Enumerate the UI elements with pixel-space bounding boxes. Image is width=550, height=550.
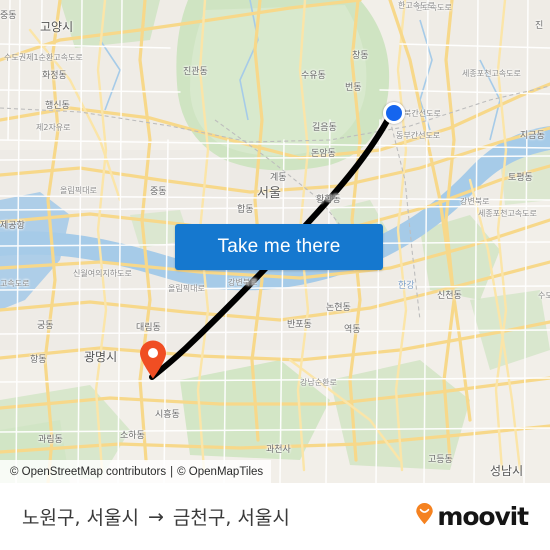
origin-dot-marker[interactable] [383, 102, 405, 124]
moovit-pin-icon [415, 502, 434, 530]
moovit-wordmark: moovit [437, 502, 529, 531]
route-origin-label: 노원구, 서울시 [22, 507, 139, 529]
destination-pin-marker[interactable] [138, 339, 168, 379]
attribution-separator: | [170, 465, 174, 478]
attribution-tiles[interactable]: © OpenMapTiles [177, 466, 263, 478]
map-attribution: © OpenStreetMap contributors | © OpenMap… [0, 460, 272, 483]
moovit-logo[interactable]: moovit [415, 502, 529, 531]
take-me-there-button[interactable]: Take me there [175, 224, 383, 270]
route-destination-label: 금천구, 서울시 [172, 507, 290, 529]
footer-bar: 노원구, 서울시 → 금천구, 서울시 moovit [0, 483, 550, 550]
moovit-route-card: .land { fill:#f2efe9; } .green { fill:#c… [0, 0, 550, 550]
attribution-osm[interactable]: © OpenStreetMap contributors [10, 466, 166, 478]
map-canvas[interactable]: .land { fill:#f2efe9; } .green { fill:#c… [0, 0, 550, 483]
arrow-right-icon: → [147, 505, 164, 528]
route-summary: 노원구, 서울시 → 금천구, 서울시 [22, 503, 290, 530]
